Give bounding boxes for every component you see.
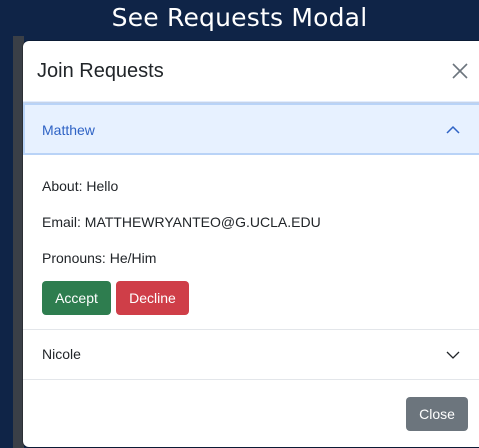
request-email: Email: MATTHEWRYANTEO@G.UCLA.EDU <box>42 214 321 230</box>
request-pronouns: Pronouns: He/Him <box>42 250 157 266</box>
page-heading: See Requests Modal <box>111 3 368 32</box>
chevron-up-icon <box>445 122 461 138</box>
modal-footer: Close <box>23 380 479 447</box>
accept-button[interactable]: Accept <box>42 281 111 315</box>
join-requests-modal: Join Requests Matthew About: Hello Email… <box>23 41 479 447</box>
request-name: Matthew <box>42 122 95 138</box>
accordion-header-matthew[interactable]: Matthew <box>23 103 479 155</box>
modal-title: Join Requests <box>37 60 164 82</box>
modal-header: Join Requests <box>23 41 479 103</box>
decline-button[interactable]: Decline <box>116 281 189 315</box>
close-button[interactable]: Close <box>406 397 468 431</box>
request-about: About: Hello <box>42 178 119 194</box>
chevron-down-icon <box>445 347 461 363</box>
close-icon[interactable] <box>450 61 470 81</box>
request-name: Nicole <box>42 346 81 362</box>
accordion-header-nicole[interactable]: Nicole <box>23 330 479 380</box>
